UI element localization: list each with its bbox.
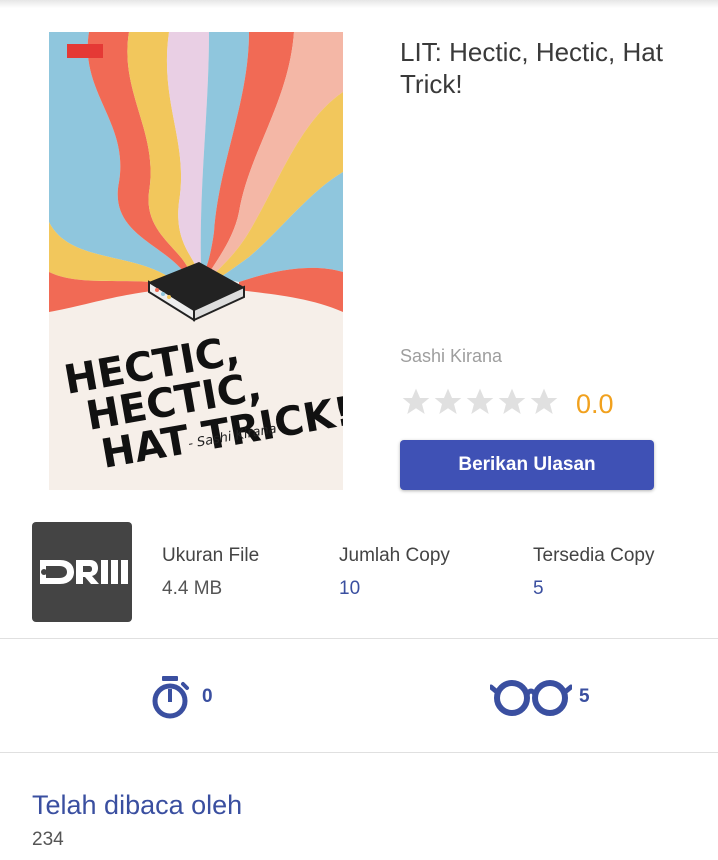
available-copies-label: Tersedia Copy (533, 545, 655, 566)
star-icon[interactable] (400, 386, 432, 418)
copies-value: 10 (339, 578, 361, 599)
rating-stars[interactable] (400, 386, 560, 418)
file-size-label: Ukuran File (162, 545, 260, 566)
available-copies-value: 5 (533, 578, 544, 599)
book-author[interactable]: Sashi Kirana (400, 346, 502, 367)
stopwatch-icon (152, 676, 189, 719)
top-shadow (0, 0, 718, 8)
timer-value: 0 (202, 686, 213, 707)
book-cover[interactable]: HECTIC, HECTIC, HAT TRICK! - Sashi Kiran… (49, 32, 343, 490)
read-by-title[interactable]: Telah dibaca oleh (32, 790, 242, 821)
divider (0, 752, 718, 753)
divider (0, 638, 718, 639)
star-icon[interactable] (496, 386, 528, 418)
star-icon[interactable] (464, 386, 496, 418)
file-size-value: 4.4 MB (162, 578, 223, 599)
book-title: LIT: Hectic, Hectic, Hat Trick! (400, 37, 663, 99)
copies-label: Jumlah Copy (339, 545, 450, 566)
rating-value: 0.0 (576, 389, 614, 419)
star-icon[interactable] (432, 386, 464, 418)
glasses-icon (490, 680, 572, 716)
star-icon[interactable] (528, 386, 560, 418)
drm-icon (32, 522, 132, 622)
give-review-button[interactable]: Berikan Ulasan (400, 440, 654, 490)
readers-value: 5 (579, 686, 590, 707)
read-by-count: 234 (32, 829, 64, 850)
